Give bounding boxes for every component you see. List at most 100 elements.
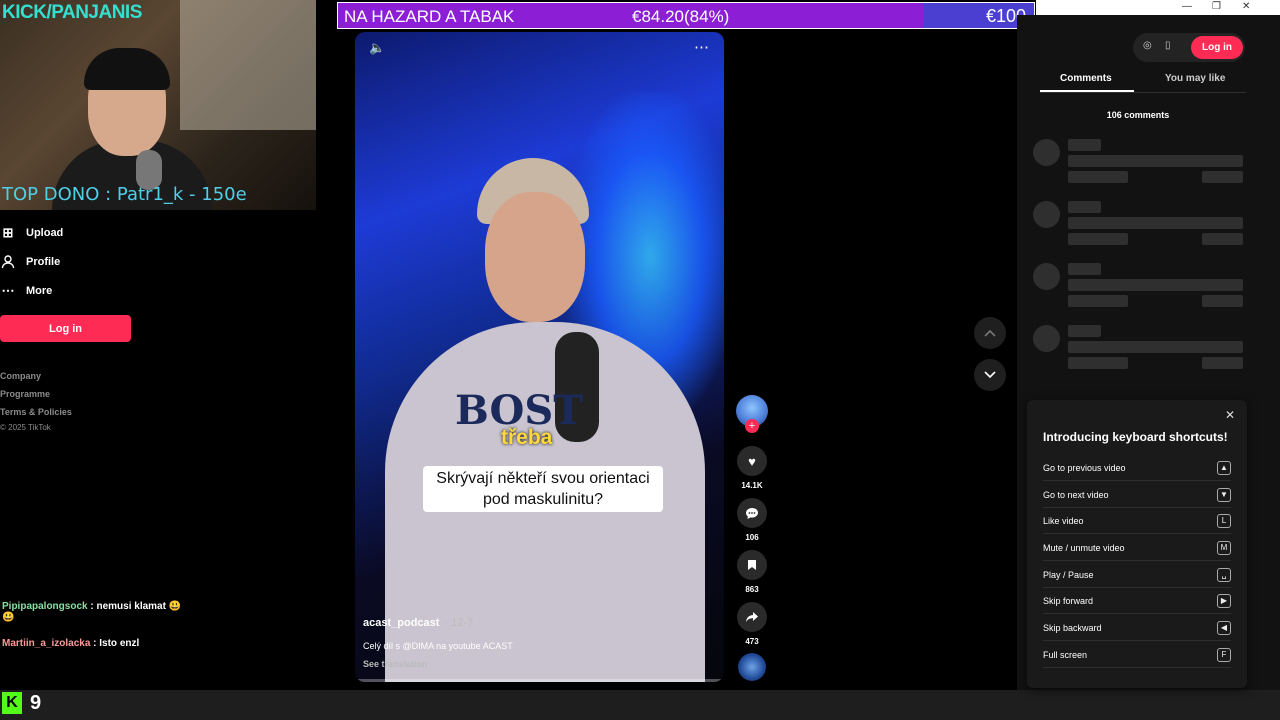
like-action[interactable]: ♥ 14.1K	[736, 446, 768, 490]
sidebar-item-label: Profile	[26, 256, 61, 268]
comment-count: 106	[745, 533, 759, 542]
chat-username: Pipipapalongsock	[2, 601, 88, 612]
save-count: 863	[745, 585, 759, 594]
phone-icon[interactable]: ▯	[1165, 40, 1171, 51]
skeleton-line	[1068, 171, 1128, 183]
channel-name: KICK/PANJANIS	[2, 2, 142, 23]
footer-link-terms[interactable]: Terms & Policies	[0, 407, 72, 417]
video-date: · 12-7	[444, 617, 474, 629]
tab-divider	[1040, 92, 1246, 93]
shortcut-row: Full screen F	[1043, 642, 1231, 668]
sidebar-item-profile[interactable]: Profile	[0, 254, 60, 270]
sidebar-login-button[interactable]: Log in	[0, 315, 131, 342]
previous-video-button[interactable]	[974, 317, 1006, 349]
author-name[interactable]: acast_podcast	[363, 617, 439, 629]
shortcut-label: Go to next video	[1043, 489, 1109, 500]
donation-amount: €84.20(84%)	[632, 7, 730, 26]
heart-icon[interactable]: ♥	[737, 446, 767, 476]
see-translation-link[interactable]: See translation	[363, 659, 428, 669]
kick-logo: K	[2, 692, 22, 714]
minimize-button[interactable]: —	[1182, 0, 1192, 14]
volume-icon[interactable]: 🔈	[369, 40, 385, 56]
donation-goal-label: NA HAZARD A TABAK	[344, 7, 515, 26]
save-action[interactable]: 863	[736, 550, 768, 594]
skeleton-line	[1068, 341, 1243, 353]
skeleton-line	[1202, 357, 1243, 369]
close-icon[interactable]: ✕	[1225, 408, 1235, 422]
keyboard-shortcuts-popup: ✕ Introducing keyboard shortcuts! Go to …	[1027, 400, 1247, 688]
share-action[interactable]: 473	[736, 602, 768, 646]
chat-text: : nemusi klamat 😃	[90, 601, 182, 612]
chat-message: Martiin_a_izolacka : Isto enzl	[2, 638, 139, 649]
m-key-icon: M	[1217, 540, 1231, 555]
next-video-button[interactable]	[974, 359, 1006, 391]
share-count: 473	[745, 637, 759, 646]
comment-bubble-icon[interactable]	[737, 498, 767, 528]
like-count: 14.1K	[741, 481, 763, 490]
video-player[interactable]: BOST třeba Skrývají někteří svou orienta…	[355, 32, 724, 682]
sidebar-item-label: More	[26, 285, 53, 297]
skeleton-line	[1202, 171, 1243, 183]
bookmark-icon[interactable]	[737, 550, 767, 580]
more-options-icon[interactable]: ⋯	[694, 38, 710, 56]
plus-square-icon: ⊞	[2, 225, 14, 240]
shortcut-row: Mute / unmute video M	[1043, 535, 1231, 561]
sidebar-item-more[interactable]: ⋯ More	[0, 283, 53, 299]
footer-link-programme[interactable]: Programme	[0, 389, 50, 399]
skeleton-line	[1068, 217, 1243, 229]
arrow-right-key-icon: ▶	[1217, 593, 1231, 608]
shortcut-row: Go to previous video ▲	[1043, 455, 1231, 481]
window-titlebar: — ❐ ✕	[1036, 0, 1280, 15]
webcam-feed	[0, 0, 316, 210]
person-icon	[0, 254, 16, 270]
shortcut-label: Play / Pause	[1043, 569, 1094, 580]
header-login-button[interactable]: Log in	[1191, 36, 1243, 59]
shortcut-label: Skip forward	[1043, 595, 1094, 606]
share-arrow-icon[interactable]	[737, 602, 767, 632]
comment-action[interactable]: 106	[736, 498, 768, 542]
shortcut-label: Skip backward	[1043, 622, 1102, 633]
space-key-icon: ␣	[1217, 567, 1231, 582]
sidebar-item-label: Upload	[26, 227, 64, 239]
footer-link-company[interactable]: Company	[0, 371, 41, 381]
compass-icon[interactable]: ◎	[1143, 40, 1152, 51]
skeleton-line	[1068, 201, 1101, 213]
music-disc-icon[interactable]	[738, 653, 766, 681]
f-key-icon: F	[1217, 647, 1231, 662]
donation-goal-bar: NA HAZARD A TABAK €84.20(84%) €100	[337, 2, 1035, 29]
active-tab-indicator	[1040, 90, 1134, 92]
sidebar-item-upload[interactable]: ⊞ Upload	[0, 225, 64, 241]
close-window-button[interactable]: ✕	[1242, 0, 1250, 14]
viewer-count: 9	[30, 692, 42, 714]
stream-bottom-bar	[0, 690, 1280, 720]
skeleton-line	[1068, 263, 1101, 275]
comments-count: 106 comments	[1106, 110, 1170, 120]
arrow-left-key-icon: ◀	[1217, 620, 1231, 635]
chat-text: : Isto enzl	[93, 638, 140, 649]
tab-comments[interactable]: Comments	[1060, 73, 1112, 84]
chat-extra: 😃	[2, 612, 15, 623]
skeleton-line	[1202, 233, 1243, 245]
arrow-up-key-icon: ▲	[1217, 460, 1231, 475]
tab-you-may-like[interactable]: You may like	[1165, 73, 1225, 84]
video-caption-word: třeba	[501, 426, 553, 449]
skeleton-line	[1068, 279, 1243, 291]
skeleton-line	[1068, 325, 1101, 337]
arrow-down-key-icon: ▼	[1217, 487, 1231, 502]
top-donor-text: TOP DONO : Patr1_k - 150e	[2, 184, 247, 205]
shortcut-row: Skip forward ▶	[1043, 588, 1231, 614]
follow-plus-icon[interactable]: +	[745, 419, 759, 433]
skeleton-avatar	[1033, 201, 1060, 228]
restore-button[interactable]: ❐	[1212, 0, 1221, 14]
copyright-text: © 2025 TikTok	[0, 423, 51, 432]
l-key-icon: L	[1217, 513, 1231, 528]
shortcut-row: Skip backward ◀	[1043, 615, 1231, 641]
skeleton-avatar	[1033, 325, 1060, 352]
shortcut-label: Go to previous video	[1043, 462, 1126, 473]
skeleton-line	[1202, 295, 1243, 307]
skeleton-line	[1068, 155, 1243, 167]
chat-username: Martiin_a_izolacka	[2, 638, 91, 649]
video-author[interactable]: acast_podcast · 12-7	[363, 617, 473, 629]
video-progress-bar[interactable]	[355, 679, 724, 682]
skeleton-line	[1068, 139, 1101, 151]
